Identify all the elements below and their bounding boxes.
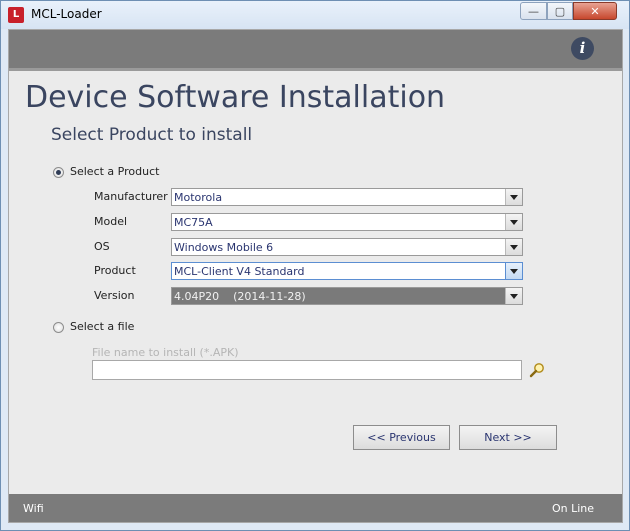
close-button[interactable]: ✕: [573, 2, 617, 20]
os-value: Windows Mobile 6: [174, 241, 274, 254]
connection-type-status: Wifi: [23, 502, 44, 515]
previous-button[interactable]: << Previous: [353, 425, 450, 450]
chevron-down-icon[interactable]: [505, 214, 522, 230]
info-icon[interactable]: i: [571, 37, 594, 60]
page-subtitle: Select Product to install: [51, 125, 253, 145]
os-label: OS: [94, 240, 110, 253]
chevron-down-icon[interactable]: [505, 239, 522, 255]
product-select[interactable]: MCL-Client V4 Standard: [171, 262, 523, 280]
online-status: On Line: [551, 502, 594, 515]
minimize-button[interactable]: —: [520, 2, 547, 20]
select-file-radio[interactable]: [53, 322, 64, 333]
close-icon: ✕: [590, 4, 600, 18]
window-title: MCL-Loader: [31, 7, 102, 21]
next-button[interactable]: Next >>: [459, 425, 557, 450]
select-product-radio[interactable]: [53, 167, 64, 178]
title-bar[interactable]: L MCL-Loader — ▢ ✕: [1, 1, 629, 29]
model-select[interactable]: MC75A: [171, 213, 523, 231]
app-window: L MCL-Loader — ▢ ✕ i Device Software Ins…: [0, 0, 630, 531]
model-value: MC75A: [174, 216, 213, 229]
select-file-label[interactable]: Select a file: [70, 320, 134, 333]
version-value: 4.04P20 (2014-11-28): [174, 290, 306, 303]
file-name-hint: File name to install (*.APK): [92, 346, 239, 359]
model-label: Model: [94, 215, 128, 228]
manufacturer-value: Motorola: [174, 191, 223, 204]
file-name-input[interactable]: [92, 360, 522, 380]
manufacturer-select[interactable]: Motorola: [171, 188, 523, 206]
os-select[interactable]: Windows Mobile 6: [171, 238, 523, 256]
client-area: i Device Software Installation Select Pr…: [8, 29, 623, 523]
select-product-label[interactable]: Select a Product: [70, 165, 159, 178]
maximize-icon: ▢: [554, 4, 566, 18]
product-value: MCL-Client V4 Standard: [174, 265, 305, 278]
app-logo-icon: L: [8, 7, 24, 23]
chevron-down-icon[interactable]: [505, 189, 522, 205]
minimize-icon: —: [528, 4, 539, 18]
chevron-down-icon[interactable]: [505, 263, 522, 279]
browse-search-icon[interactable]: [529, 362, 545, 378]
header-bar: i: [9, 30, 622, 71]
product-label: Product: [94, 264, 136, 277]
maximize-button[interactable]: ▢: [547, 2, 573, 20]
page-title: Device Software Installation: [25, 80, 446, 115]
version-label: Version: [94, 289, 135, 302]
version-select[interactable]: 4.04P20 (2014-11-28): [171, 287, 523, 305]
manufacturer-label: Manufacturer: [94, 190, 168, 203]
chevron-down-icon[interactable]: [505, 288, 522, 304]
status-bar: Wifi On Line: [9, 494, 622, 522]
